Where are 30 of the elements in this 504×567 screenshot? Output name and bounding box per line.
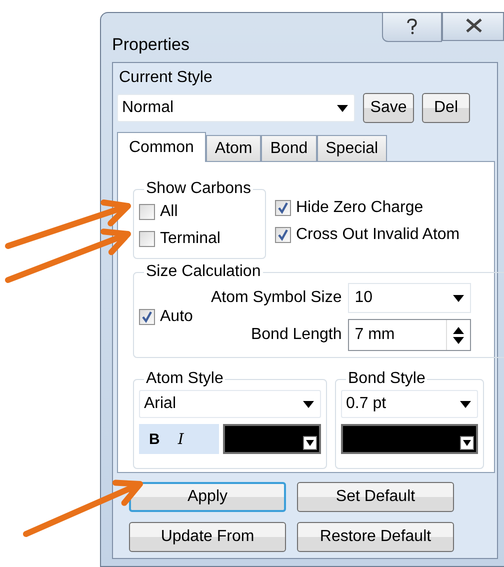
- style-dropdown[interactable]: Arial: [139, 390, 321, 418]
- checkbox-label: Terminal: [160, 230, 220, 248]
- bold-button[interactable]: B: [149, 430, 160, 448]
- size-dropdown[interactable]: 10: [348, 283, 471, 313]
- tab[interactable]: Atom: [206, 135, 262, 161]
- current-style-label: Current Style: [118, 68, 214, 88]
- window-title: Properties: [112, 35, 190, 55]
- checkbox-label: Auto: [160, 308, 193, 326]
- field-label: Atom Symbol Size: [211, 289, 342, 307]
- dialog-button[interactable]: Restore Default: [297, 522, 454, 552]
- group-title: Bond Style: [347, 370, 426, 388]
- dialog-button[interactable]: Apply: [129, 482, 286, 512]
- group-title: Show Carbons: [145, 180, 252, 198]
- delete-button[interactable]: Del: [422, 93, 470, 123]
- checkbox-label: All: [160, 202, 178, 220]
- tab[interactable]: Special: [316, 135, 388, 161]
- spin-field[interactable]: 7 mm: [348, 319, 471, 351]
- field-label: Bond Length: [250, 326, 342, 344]
- save-button[interactable]: Save: [363, 93, 414, 123]
- tab[interactable]: Bond: [261, 135, 317, 161]
- checkbox-label: Cross Out Invalid Atom: [296, 226, 460, 244]
- style-dropdown[interactable]: 0.7 pt: [341, 390, 478, 418]
- style-dropdown[interactable]: Normal: [117, 94, 355, 122]
- checkbox-label: Hide Zero Charge: [296, 198, 424, 216]
- group-title: Atom Style: [145, 370, 224, 388]
- italic-button[interactable]: I: [178, 430, 184, 448]
- dialog-button[interactable]: Update From: [129, 522, 286, 552]
- dialog-button[interactable]: Set Default: [297, 482, 454, 512]
- group-title: Size Calculation: [145, 263, 262, 281]
- tab[interactable]: Common: [117, 132, 206, 162]
